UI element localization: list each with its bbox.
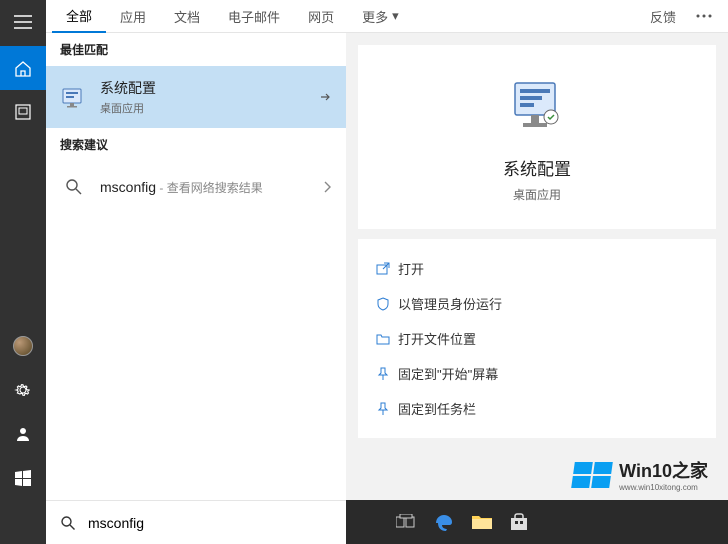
gear-icon xyxy=(14,381,32,399)
feedback-link[interactable]: 反馈 xyxy=(640,0,686,33)
action-pin-start[interactable]: 固定到"开始"屏幕 xyxy=(362,356,712,391)
task-view-icon xyxy=(396,514,416,530)
detail-header-card: 系统配置 桌面应用 xyxy=(358,45,716,229)
explorer-button[interactable] xyxy=(0,412,46,456)
open-icon xyxy=(376,262,398,276)
more-options-button[interactable] xyxy=(686,0,722,33)
suggestions-heading: 搜索建议 xyxy=(46,128,346,161)
detail-subtitle: 桌面应用 xyxy=(513,186,561,203)
home-icon xyxy=(14,59,32,77)
task-view-button[interactable] xyxy=(396,514,416,530)
web-suggestion[interactable]: msconfig - 查看网络搜索结果 xyxy=(46,161,346,213)
settings-button[interactable] xyxy=(0,368,46,412)
apps-list-button[interactable] xyxy=(0,90,46,134)
action-pin-taskbar[interactable]: 固定到任务栏 xyxy=(362,391,712,426)
edge-button[interactable] xyxy=(434,512,454,532)
pin-icon xyxy=(376,367,398,381)
folder-icon xyxy=(472,514,492,530)
action-open-location[interactable]: 打开文件位置 xyxy=(362,321,712,356)
result-title: 系统配置 xyxy=(100,78,156,98)
watermark: Win10之家 www.win10xitong.com xyxy=(565,449,716,500)
detail-app-icon xyxy=(505,75,569,139)
tab-email[interactable]: 电子邮件 xyxy=(214,0,294,33)
watermark-url: www.win10xitong.com xyxy=(619,483,708,492)
tab-apps[interactable]: 应用 xyxy=(106,0,160,33)
person-icon xyxy=(15,426,31,442)
shield-icon xyxy=(376,297,398,311)
search-input[interactable] xyxy=(88,515,332,531)
home-button[interactable] xyxy=(0,46,46,90)
windows-logo-icon xyxy=(571,462,613,488)
ellipsis-icon xyxy=(696,14,712,18)
file-explorer-button[interactable] xyxy=(472,514,492,530)
chevron-right-icon xyxy=(322,180,332,194)
tab-more[interactable]: 更多▾ xyxy=(348,0,413,33)
left-rail xyxy=(0,0,46,544)
avatar-icon xyxy=(13,336,33,356)
search-icon xyxy=(60,515,76,531)
results-panel: 最佳匹配 系统配置 桌面应用 搜索建议 xyxy=(46,33,346,544)
watermark-title: Win10之家 xyxy=(619,457,708,483)
start-button[interactable] xyxy=(0,456,46,500)
windows-icon xyxy=(15,470,31,486)
best-match-heading: 最佳匹配 xyxy=(46,33,346,66)
detail-title: 系统配置 xyxy=(503,155,571,180)
apps-icon xyxy=(15,104,31,120)
folder-icon xyxy=(376,332,398,346)
action-run-admin[interactable]: 以管理员身份运行 xyxy=(362,286,712,321)
best-match-result[interactable]: 系统配置 桌面应用 xyxy=(46,66,346,128)
tab-all[interactable]: 全部 xyxy=(52,0,106,33)
pin-icon xyxy=(376,402,398,416)
msconfig-icon xyxy=(60,83,88,111)
search-bar[interactable] xyxy=(46,500,346,544)
arrow-right-icon xyxy=(318,90,332,104)
suggestion-query: msconfig xyxy=(100,179,156,195)
chevron-down-icon: ▾ xyxy=(392,8,399,24)
store-button[interactable] xyxy=(510,513,528,531)
tab-docs[interactable]: 文档 xyxy=(160,0,214,33)
tab-web[interactable]: 网页 xyxy=(294,0,348,33)
action-open[interactable]: 打开 xyxy=(362,251,712,286)
taskbar xyxy=(346,500,728,544)
search-tabs: 全部 应用 文档 电子邮件 网页 更多▾ 反馈 xyxy=(46,0,728,33)
account-button[interactable] xyxy=(0,324,46,368)
result-subtitle: 桌面应用 xyxy=(100,100,156,116)
hamburger-icon xyxy=(14,15,32,29)
suggestion-hint: - 查看网络搜索结果 xyxy=(156,181,263,195)
actions-card: 打开 以管理员身份运行 打开文件位置 固定到"开始"屏幕 xyxy=(358,239,716,438)
store-icon xyxy=(510,513,528,531)
edge-icon xyxy=(434,512,454,532)
menu-button[interactable] xyxy=(0,0,46,44)
search-icon xyxy=(60,173,88,201)
